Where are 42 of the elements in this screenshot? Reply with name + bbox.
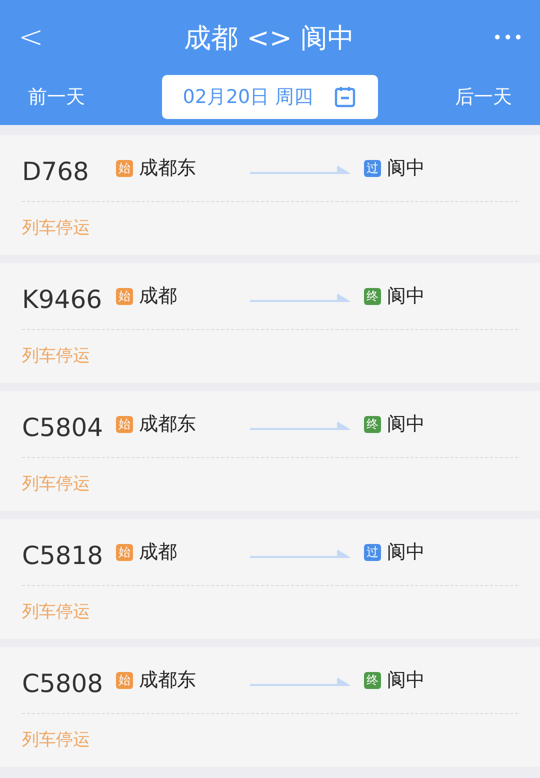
train-card[interactable]: C5804 始 成都东 终 阆中 列车停运 bbox=[0, 391, 540, 511]
origin-badge: 始 bbox=[116, 416, 133, 432]
origin-badge: 始 bbox=[116, 672, 133, 688]
arrival-station: 阆中 bbox=[387, 668, 425, 693]
arrow-icon bbox=[250, 166, 350, 176]
train-card[interactable]: C5808 始 成都东 终 阆中 列车停运 bbox=[0, 647, 540, 767]
departure-station: 成都 bbox=[139, 284, 177, 309]
arrival-station: 阆中 bbox=[387, 540, 425, 565]
status-text: 列车停运 bbox=[22, 601, 90, 623]
train-number: C5808 bbox=[22, 668, 104, 698]
departure-station: 成都东 bbox=[139, 156, 196, 181]
origin-badge: 始 bbox=[116, 288, 133, 304]
train-number: D768 bbox=[22, 156, 90, 186]
destination-badge: 终 bbox=[364, 672, 381, 688]
departure-station: 成都东 bbox=[139, 412, 196, 437]
status-text: 列车停运 bbox=[22, 345, 90, 367]
destination-badge: 终 bbox=[364, 416, 381, 432]
origin-badge: 始 bbox=[116, 160, 133, 176]
train-number: C5818 bbox=[22, 540, 104, 570]
arrow-icon bbox=[250, 550, 350, 560]
arrival-station: 阆中 bbox=[387, 156, 425, 181]
train-card[interactable]: C5818 始 成都 过 阆中 列车停运 bbox=[0, 519, 540, 639]
destination-badge: 过 bbox=[364, 544, 381, 560]
departure-station: 成都东 bbox=[139, 668, 196, 693]
destination-badge: 过 bbox=[364, 160, 381, 176]
arrow-icon bbox=[250, 678, 350, 688]
status-text: 列车停运 bbox=[22, 217, 90, 239]
page-title: 成都 <> 阆中 bbox=[184, 22, 355, 56]
status-text: 列车停运 bbox=[22, 729, 90, 751]
train-number: C5804 bbox=[22, 412, 104, 442]
destination-badge: 终 bbox=[364, 288, 381, 304]
status-text: 列车停运 bbox=[22, 473, 90, 495]
arrow-icon bbox=[250, 422, 350, 432]
arrival-station: 阆中 bbox=[387, 284, 425, 309]
train-card[interactable]: K9466 始 成都 终 阆中 列车停运 bbox=[0, 263, 540, 383]
train-card[interactable]: D768 始 成都东 过 阆中 列车停运 bbox=[0, 135, 540, 255]
arrow-icon bbox=[250, 294, 350, 304]
train-number: K9466 bbox=[22, 284, 104, 314]
calendar-icon bbox=[333, 85, 358, 109]
arrival-station: 阆中 bbox=[387, 412, 425, 437]
origin-badge: 始 bbox=[116, 544, 133, 560]
departure-station: 成都 bbox=[139, 540, 177, 565]
